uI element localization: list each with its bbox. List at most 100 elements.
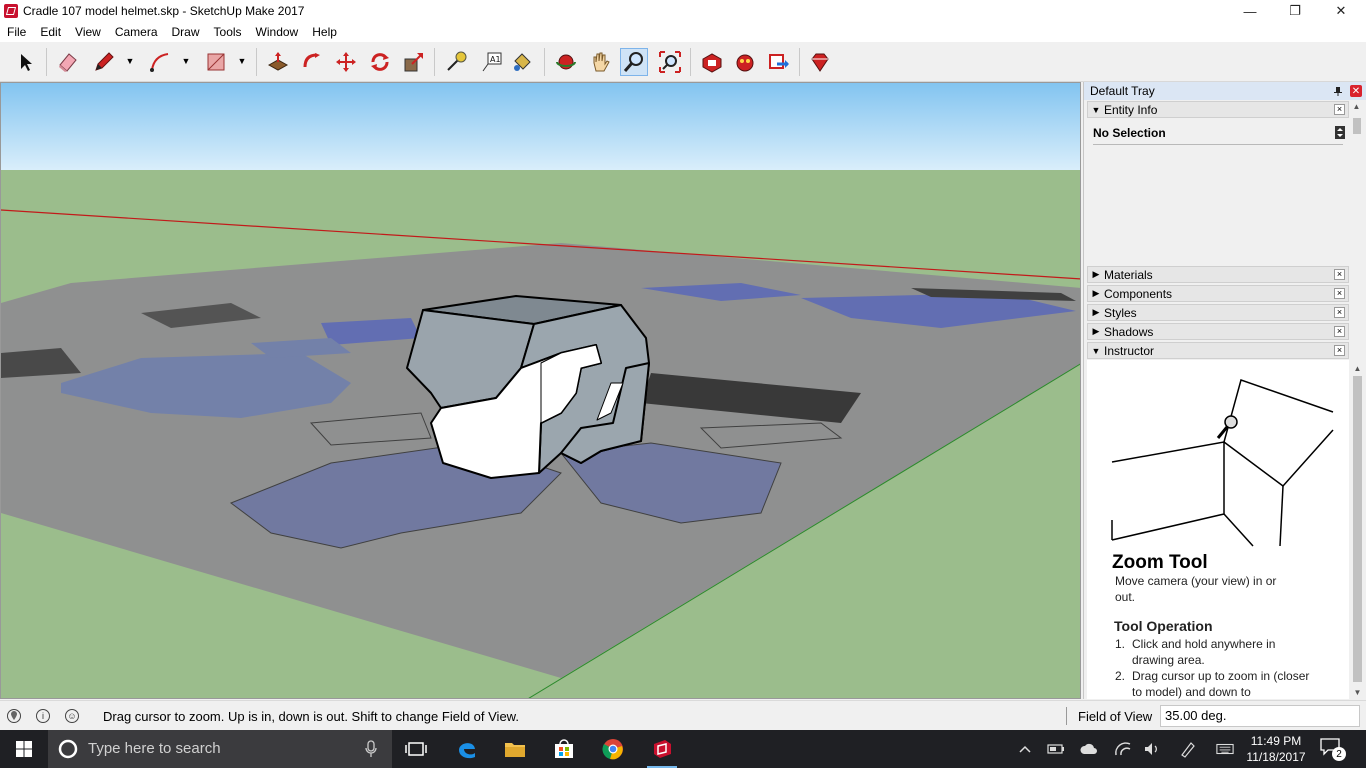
rectangle-tool-button[interactable] bbox=[202, 48, 230, 76]
onedrive-cloud-icon[interactable] bbox=[1080, 740, 1098, 758]
follow-me-tool-button[interactable] bbox=[298, 48, 326, 76]
action-center-button[interactable]: 2 bbox=[1320, 738, 1346, 761]
instructor-scrollbar[interactable]: ▲ ▼ bbox=[1351, 362, 1364, 699]
arc-tool-button[interactable] bbox=[146, 48, 174, 76]
panel-close-button[interactable]: × bbox=[1334, 104, 1345, 115]
panel-styles[interactable]: ▶ Styles × bbox=[1087, 304, 1349, 321]
panel-entity-info[interactable]: ▼ Entity Info × bbox=[1087, 101, 1349, 118]
show-hidden-icons-chevron-icon[interactable] bbox=[1016, 740, 1034, 758]
scroll-up-arrow-icon[interactable]: ▲ bbox=[1351, 362, 1364, 374]
start-button[interactable] bbox=[0, 730, 48, 768]
tray-close-button[interactable]: ✕ bbox=[1350, 85, 1362, 97]
task-view-button[interactable] bbox=[393, 730, 439, 768]
push-pull-tool-button[interactable] bbox=[264, 48, 292, 76]
extension-warehouse-button[interactable] bbox=[731, 48, 759, 76]
menu-draw[interactable]: Draw bbox=[165, 25, 207, 39]
menu-camera[interactable]: Camera bbox=[108, 25, 165, 39]
menu-file[interactable]: File bbox=[0, 25, 33, 39]
scroll-up-arrow-icon[interactable]: ▲ bbox=[1350, 100, 1363, 112]
scroll-thumb[interactable] bbox=[1353, 118, 1361, 134]
tray-scrollbar[interactable]: ▲ bbox=[1350, 100, 1364, 140]
arrow-cursor-icon bbox=[21, 54, 32, 71]
pin-icon bbox=[1334, 87, 1342, 96]
panel-close-button[interactable]: × bbox=[1334, 326, 1345, 337]
zoom-extents-tool-button[interactable] bbox=[656, 48, 684, 76]
tray-pin-button[interactable] bbox=[1332, 85, 1344, 97]
rectangle-tool-dropdown[interactable]: ▼ bbox=[237, 56, 247, 66]
panel-close-button[interactable]: × bbox=[1334, 269, 1345, 280]
wifi-icon[interactable] bbox=[1113, 740, 1131, 758]
minimize-button[interactable]: — bbox=[1227, 0, 1273, 22]
collapsed-triangle-icon: ▶ bbox=[1092, 307, 1100, 317]
line-tool-dropdown[interactable]: ▼ bbox=[125, 56, 135, 66]
scale-tool-button[interactable] bbox=[400, 48, 428, 76]
panel-materials[interactable]: ▶ Materials × bbox=[1087, 266, 1349, 283]
taskbar-clock[interactable]: 11:49 PM 11/18/2017 bbox=[1244, 733, 1308, 765]
panel-close-button[interactable]: × bbox=[1334, 307, 1345, 318]
pencil-icon bbox=[95, 52, 114, 71]
battery-icon[interactable] bbox=[1047, 740, 1065, 758]
extension-manager-button[interactable] bbox=[806, 48, 834, 76]
taskbar-search-box[interactable]: Type here to search bbox=[48, 730, 392, 768]
panel-shadows[interactable]: ▶ Shadows × bbox=[1087, 323, 1349, 340]
task-view-icon bbox=[405, 742, 427, 756]
3d-warehouse-button[interactable] bbox=[698, 48, 726, 76]
sketchup-icon bbox=[654, 740, 671, 758]
panel-components[interactable]: ▶ Components × bbox=[1087, 285, 1349, 302]
status-message: Drag cursor to zoom. Up is in, down is o… bbox=[103, 709, 519, 724]
tape-measure-tool-button[interactable] bbox=[442, 48, 470, 76]
speaker-icon bbox=[1145, 743, 1157, 755]
microphone-icon[interactable] bbox=[365, 740, 377, 758]
clock-time: 11:49 PM bbox=[1250, 734, 1302, 748]
rotate-tool-button[interactable] bbox=[366, 48, 394, 76]
zoom-illustration bbox=[1111, 379, 1334, 547]
sketchup-taskbar-button[interactable] bbox=[639, 730, 685, 768]
store-taskbar-button[interactable] bbox=[541, 730, 587, 768]
menu-view[interactable]: View bbox=[68, 25, 108, 39]
menu-edit[interactable]: Edit bbox=[33, 25, 68, 39]
share-model-button[interactable] bbox=[765, 48, 793, 76]
paint-bucket-tool-button[interactable] bbox=[508, 48, 536, 76]
volume-icon[interactable] bbox=[1143, 740, 1161, 758]
pan-tool-button[interactable] bbox=[586, 48, 614, 76]
step-number: 2. bbox=[1115, 669, 1126, 683]
zoom-tool-button[interactable] bbox=[620, 48, 648, 76]
edge-taskbar-button[interactable] bbox=[444, 730, 490, 768]
menu-tools[interactable]: Tools bbox=[207, 25, 249, 39]
close-window-button[interactable]: ✕ bbox=[1318, 0, 1364, 22]
line-tool-button[interactable] bbox=[90, 48, 118, 76]
file-explorer-taskbar-button[interactable] bbox=[492, 730, 538, 768]
chrome-taskbar-button[interactable] bbox=[590, 730, 636, 768]
panel-close-button[interactable]: × bbox=[1334, 345, 1345, 356]
measurements-label: Field of View bbox=[1078, 709, 1153, 724]
text-tool-button[interactable]: A1 bbox=[478, 48, 506, 76]
menu-window[interactable]: Window bbox=[249, 25, 306, 39]
step-number: 1. bbox=[1115, 637, 1126, 651]
panel-instructor[interactable]: ▼ Instructor × bbox=[1087, 342, 1349, 359]
move-tool-button[interactable] bbox=[332, 48, 360, 76]
user-account-icon[interactable]: ☺ bbox=[65, 709, 79, 723]
instructor-section-title: Tool Operation bbox=[1114, 618, 1213, 634]
orbit-tool-button[interactable] bbox=[552, 48, 580, 76]
selection-status: No Selection bbox=[1093, 126, 1166, 140]
panel-close-button[interactable]: × bbox=[1334, 288, 1345, 299]
measurements-input[interactable]: 35.00 deg. bbox=[1160, 705, 1360, 727]
geo-location-icon[interactable] bbox=[7, 709, 21, 723]
tape-measure-icon bbox=[447, 51, 467, 71]
pen-workspace-icon[interactable] bbox=[1179, 740, 1197, 758]
magnifier-cursor-icon bbox=[1216, 415, 1238, 439]
select-tool-button[interactable] bbox=[12, 48, 40, 76]
collapsed-triangle-icon: ▶ bbox=[1092, 269, 1100, 279]
sketchup-app-icon[interactable] bbox=[4, 4, 18, 18]
entity-info-toggle-button[interactable] bbox=[1335, 126, 1345, 139]
info-icon[interactable]: i bbox=[36, 709, 50, 723]
restore-button[interactable]: ❐ bbox=[1272, 0, 1318, 22]
eraser-tool-button[interactable] bbox=[54, 48, 82, 76]
menu-help[interactable]: Help bbox=[305, 25, 344, 39]
scroll-thumb[interactable] bbox=[1353, 376, 1362, 682]
drawing-viewport[interactable] bbox=[0, 82, 1081, 699]
touch-keyboard-icon[interactable] bbox=[1216, 740, 1234, 758]
arc-tool-dropdown[interactable]: ▼ bbox=[181, 56, 191, 66]
panel-title: Styles bbox=[1104, 305, 1137, 320]
scroll-down-arrow-icon[interactable]: ▼ bbox=[1351, 686, 1364, 698]
